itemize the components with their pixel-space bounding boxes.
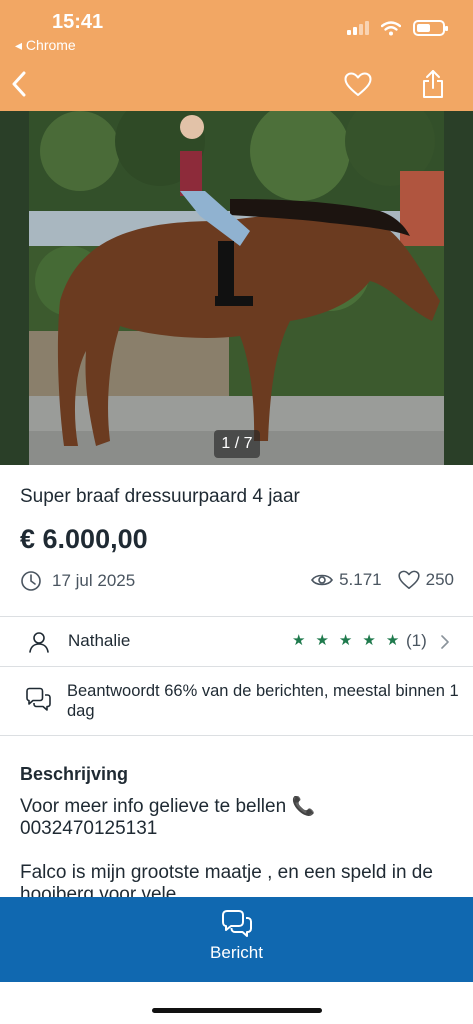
share-button[interactable] <box>413 64 453 104</box>
share-icon <box>423 70 443 98</box>
description-body: Voor meer info gelieve te bellen 📞 00324… <box>20 796 456 897</box>
star-icon: ★ <box>362 632 376 649</box>
divider <box>0 735 473 736</box>
top-header: 15:41 ◂ Chrome <box>0 0 473 111</box>
listing-title: Super braaf dressuurpaard 4 jaar <box>20 486 300 507</box>
photo-counter: 1 / 7 <box>214 430 260 458</box>
favorite-count: 250 <box>425 570 454 589</box>
listing-meta: 17 jul 2025 5.171 250 <box>20 570 454 594</box>
date-group: 17 jul 2025 <box>20 570 135 592</box>
view-count: 5.171 <box>339 570 382 589</box>
clock-icon <box>21 571 41 591</box>
back-to-app-link[interactable]: ◂ Chrome <box>15 37 76 54</box>
chevron-left-icon <box>12 71 26 97</box>
favorite-button[interactable] <box>338 64 378 104</box>
star-icon: ★ <box>292 632 306 649</box>
eye-icon <box>311 574 334 586</box>
seller-rating-stars: ★ ★ ★ ★ ★ <box>292 631 399 651</box>
chat-bubbles-icon <box>26 687 51 711</box>
status-time: 15:41 <box>52 11 104 33</box>
description-heading: Beschrijving <box>20 764 129 784</box>
star-icon: ★ <box>385 632 400 649</box>
listing-price: € 6.000,00 <box>20 524 148 554</box>
home-indicator[interactable] <box>152 1008 322 1013</box>
battery-level <box>417 24 430 32</box>
posted-date: 17 jul 2025 <box>52 571 136 590</box>
wifi-icon <box>381 20 401 35</box>
description-paragraph: Falco is mijn grootste maatje , en een s… <box>20 862 433 897</box>
response-rate-text: Beantwoordt 66% van de berichten, meesta… <box>67 682 459 720</box>
chat-bubbles-icon <box>221 910 252 937</box>
rating-count: (1) <box>406 631 427 650</box>
response-info: Beantwoordt 66% van de berichten, meesta… <box>0 667 473 735</box>
seller-row[interactable]: Nathalie ★ ★ ★ ★ ★ (1) <box>0 617 473 666</box>
horse-photo-image <box>0 111 473 465</box>
message-button[interactable]: Bericht <box>0 897 473 982</box>
heart-icon <box>344 72 372 96</box>
back-button[interactable] <box>0 64 40 104</box>
seller-name: Nathalie <box>68 631 131 650</box>
signal-icon <box>347 21 369 35</box>
description-paragraph: Voor meer info gelieve te bellen 📞 00324… <box>20 796 316 839</box>
message-button-label: Bericht <box>210 943 263 962</box>
user-icon <box>29 632 49 653</box>
star-icon: ★ <box>338 632 353 649</box>
stats-group: 5.171 250 <box>311 570 454 590</box>
listing-photo[interactable] <box>0 111 473 465</box>
status-icons <box>347 20 448 36</box>
heart-icon <box>398 570 420 590</box>
battery-icon <box>413 20 448 36</box>
star-icon: ★ <box>315 632 329 649</box>
chevron-right-icon <box>441 635 449 649</box>
